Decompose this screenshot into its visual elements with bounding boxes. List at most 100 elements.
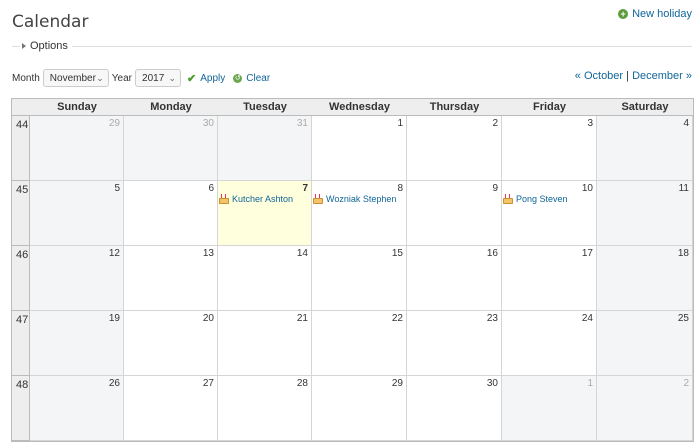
day-number: 2: [492, 118, 498, 129]
calendar-day-cell[interactable]: 18: [597, 246, 693, 311]
day-number: 7: [302, 183, 308, 194]
birthday-event[interactable]: Kutcher Ashton: [219, 194, 293, 204]
options-fieldset: Options: [12, 40, 692, 52]
day-number: 17: [581, 248, 593, 259]
chevron-down-icon: ⌄: [168, 73, 177, 83]
calendar-day-cell[interactable]: 20: [124, 311, 218, 376]
calendar-day-cell[interactable]: 17: [502, 246, 597, 311]
prev-month-link[interactable]: « October: [575, 70, 623, 82]
day-number: 14: [296, 248, 308, 259]
day-number: 28: [296, 378, 308, 389]
new-holiday-link[interactable]: + New holiday: [618, 8, 692, 20]
calendar-day-cell[interactable]: 25: [597, 311, 693, 376]
week-number: 45: [12, 181, 30, 246]
birthday-cake-icon: [313, 194, 323, 204]
day-number: 25: [677, 313, 689, 324]
calendar-day-cell[interactable]: 22: [312, 311, 407, 376]
week-number: 46: [12, 246, 30, 311]
calendar-day-cell[interactable]: 3: [502, 116, 597, 181]
day-number: 1: [397, 118, 403, 129]
year-select-value: 2017: [142, 72, 165, 84]
event-label: Wozniak Stephen: [326, 194, 397, 204]
calendar-day-cell[interactable]: 1: [502, 376, 597, 441]
check-icon: ✔: [187, 72, 197, 85]
calendar-day-cell[interactable]: 24: [502, 311, 597, 376]
weekday-header-friday: Friday: [532, 101, 566, 113]
calendar-day-cell[interactable]: 16: [407, 246, 502, 311]
day-number: 15: [391, 248, 403, 259]
birthday-cake-icon: [219, 194, 229, 204]
calendar-day-cell[interactable]: 11: [597, 181, 693, 246]
event-label: Pong Steven: [516, 194, 568, 204]
year-select[interactable]: 2017 ⌄: [135, 69, 182, 87]
calendar-day-cell[interactable]: 2: [597, 376, 693, 441]
year-label: Year: [111, 72, 133, 84]
calendar-day-cell[interactable]: 4: [597, 116, 693, 181]
calendar-day-cell[interactable]: 28: [218, 376, 312, 441]
calendar-day-cell[interactable]: 10 Pong Steven: [502, 181, 597, 246]
birthday-cake-icon: [503, 194, 513, 204]
weekday-header-wednesday: Wednesday: [329, 101, 390, 113]
week-number: 44: [12, 116, 30, 181]
day-number: 31: [296, 118, 308, 129]
month-label: Month: [12, 72, 40, 84]
calendar-day-cell[interactable]: 1: [312, 116, 407, 181]
clear-label: Clear: [246, 72, 271, 84]
options-toggle[interactable]: Options: [20, 40, 72, 52]
calendar-day-cell[interactable]: 31: [218, 116, 312, 181]
options-divider: [12, 46, 692, 47]
filter-bar: Month November ⌄ Year 2017 ⌄ ✔ Apply ↺ C…: [12, 69, 270, 87]
day-number: 23: [486, 313, 498, 324]
calendar-grid: Sunday Monday Tuesday Wednesday Thursday Frid…: [11, 98, 694, 442]
calendar-day-cell[interactable]: 30: [407, 376, 502, 441]
calendar-day-cell[interactable]: 14: [218, 246, 312, 311]
calendar-day-cell[interactable]: 23: [407, 311, 502, 376]
calendar-day-cell[interactable]: 29: [312, 376, 407, 441]
day-number: 18: [677, 248, 689, 259]
day-number: 24: [581, 313, 593, 324]
day-number: 10: [581, 183, 593, 194]
day-number: 21: [296, 313, 308, 324]
apply-button[interactable]: ✔ Apply: [187, 72, 225, 85]
calendar-day-cell[interactable]: 19: [30, 311, 124, 376]
calendar-day-cell[interactable]: 9: [407, 181, 502, 246]
calendar-day-cell[interactable]: 15: [312, 246, 407, 311]
calendar-day-cell[interactable]: 5: [30, 181, 124, 246]
page-title: Calendar: [12, 12, 89, 32]
next-month-link[interactable]: December »: [632, 70, 692, 82]
month-select-value: November: [49, 72, 96, 84]
birthday-event[interactable]: Pong Steven: [503, 194, 568, 204]
calendar-day-cell[interactable]: 2: [407, 116, 502, 181]
calendar-day-cell[interactable]: 26: [30, 376, 124, 441]
day-number: 27: [202, 378, 214, 389]
month-navigation: « October | December »: [575, 70, 692, 82]
clear-icon: ↺: [233, 73, 243, 83]
day-number: 11: [678, 183, 689, 194]
day-number: 8: [397, 183, 403, 194]
day-number: 16: [486, 248, 498, 259]
day-number: 1: [587, 378, 593, 389]
day-number: 13: [202, 248, 214, 259]
weekday-header-tuesday: Tuesday: [243, 101, 287, 113]
clear-button[interactable]: ↺ Clear: [233, 73, 270, 84]
day-number: 29: [391, 378, 403, 389]
calendar-day-cell[interactable]: 6: [124, 181, 218, 246]
event-label: Kutcher Ashton: [232, 194, 294, 204]
weekday-header-sunday: Sunday: [57, 101, 97, 113]
calendar-day-cell[interactable]: 21: [218, 311, 312, 376]
day-number: 4: [683, 118, 689, 129]
birthday-event[interactable]: Wozniak Stephen: [313, 194, 396, 204]
new-holiday-label: New holiday: [632, 8, 692, 20]
day-number: 20: [202, 313, 214, 324]
month-select[interactable]: November ⌄: [42, 69, 109, 87]
calendar-day-cell[interactable]: 8 Wozniak Stephen: [312, 181, 407, 246]
calendar-day-cell[interactable]: 29: [30, 116, 124, 181]
day-number: 12: [108, 248, 120, 259]
day-number: 9: [492, 183, 498, 194]
day-number: 3: [587, 118, 593, 129]
calendar-day-cell[interactable]: 12: [30, 246, 124, 311]
calendar-day-cell[interactable]: 27: [124, 376, 218, 441]
calendar-day-cell[interactable]: 30: [124, 116, 218, 181]
calendar-day-cell[interactable]: 13: [124, 246, 218, 311]
calendar-day-cell[interactable]: 7 Kutcher Ashton: [218, 181, 312, 246]
